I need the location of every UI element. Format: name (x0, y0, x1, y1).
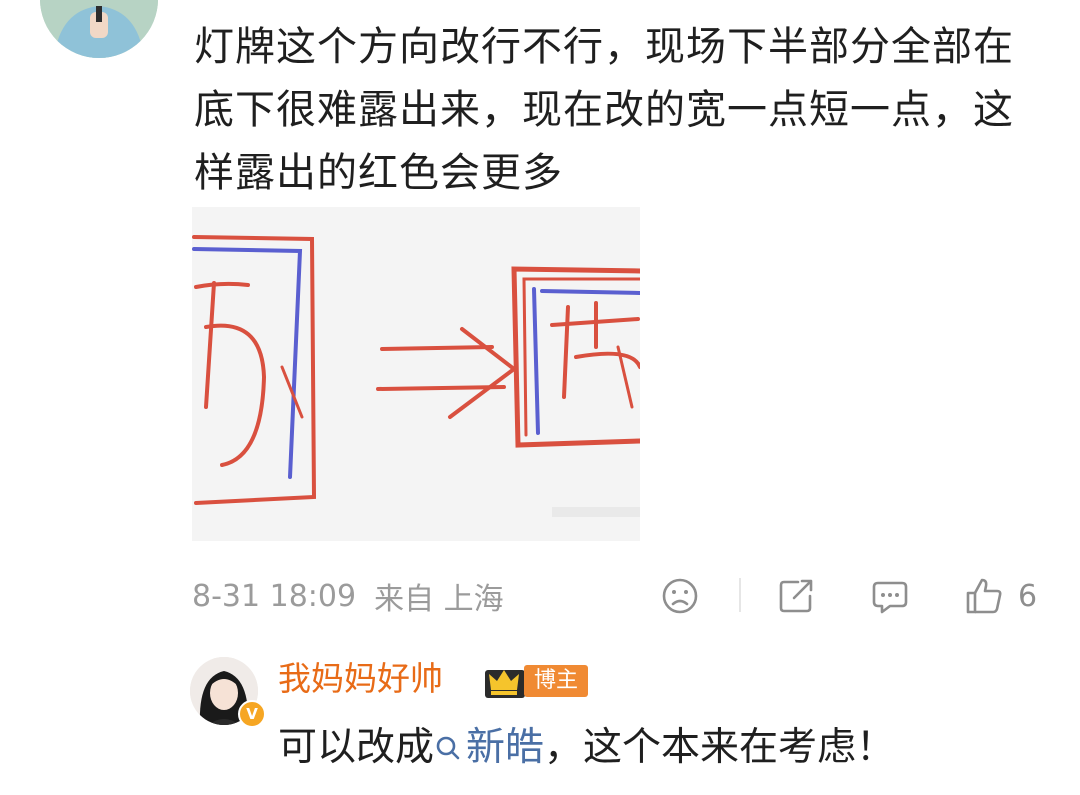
comment-timestamp: 8-31 18:09 (192, 578, 357, 614)
reply-button[interactable] (870, 572, 910, 620)
commenter-avatar[interactable] (40, 0, 158, 58)
search-link[interactable]: 新皓 (434, 720, 544, 776)
crown-icon (485, 670, 525, 698)
thumbs-up-icon (966, 578, 1002, 614)
verified-badge-icon: V (238, 700, 266, 728)
comment-meta: 8-31 18:09 来自 上海 (192, 572, 1052, 620)
search-icon (436, 736, 460, 760)
comment-attached-image[interactable] (192, 207, 640, 541)
like-button[interactable]: 6 (964, 572, 1037, 620)
emoji-sad-icon (662, 578, 698, 614)
like-count: 6 (1018, 578, 1038, 614)
search-link-label: 新皓 (466, 725, 545, 770)
reply-text-after: ，这个本来在考虑！ (544, 725, 896, 770)
action-divider (739, 578, 741, 612)
blogger-tag: 博主 (524, 665, 589, 697)
reply-text: 可以改成 新皓 ，这个本来在考虑！ (278, 720, 895, 776)
reaction-button[interactable] (660, 572, 700, 620)
comment-icon (872, 581, 908, 614)
reply-text-before: 可以改成 (278, 725, 435, 770)
blogger-username[interactable]: 我妈妈好帅 (278, 656, 443, 702)
share-button[interactable] (776, 572, 816, 620)
comment-location: 来自 上海 (374, 582, 504, 617)
comment-thread: 灯牌这个方向改行不行，现场下半部分全部在底下很难露出来，现在改的宽一点短一点，这… (0, 0, 1080, 795)
comment-text: 灯牌这个方向改行不行，现场下半部分全部在底下很难露出来，现在改的宽一点短一点，这… (194, 24, 1014, 196)
share-icon (779, 579, 813, 613)
